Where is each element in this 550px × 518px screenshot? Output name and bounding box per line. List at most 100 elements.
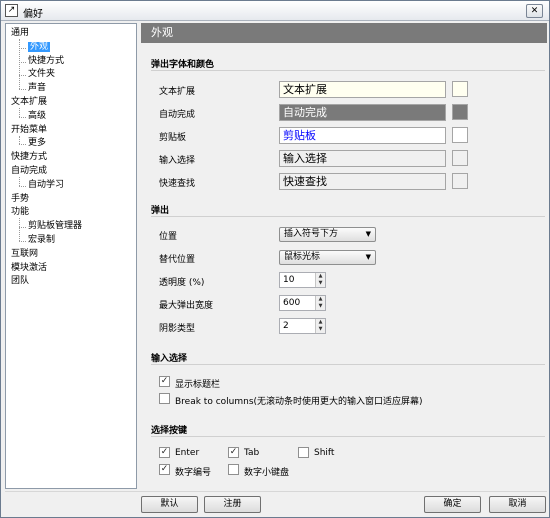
font-preview-field[interactable]: 剪贴板: [279, 127, 446, 144]
font-preview-field[interactable]: 快速查找: [279, 173, 446, 190]
transparency-value: 10: [283, 275, 295, 285]
tree-connector: [19, 135, 20, 145]
break-columns-checkbox[interactable]: [159, 393, 170, 404]
tree-item-label: 互联网: [11, 248, 39, 259]
show-title-label: 显示标题栏: [175, 380, 221, 390]
color-swatch-button[interactable]: [452, 81, 468, 97]
shadow-value: 2: [283, 321, 289, 331]
tree-item[interactable]: 文件夹: [28, 68, 55, 81]
tree-connector: [19, 108, 20, 117]
font-row-label: 剪贴板: [159, 133, 187, 143]
tree-item-label: 文件夹: [28, 69, 56, 80]
position-dropdown[interactable]: 插入符号下方 ▼: [279, 227, 376, 242]
window-title: 偏好: [23, 9, 43, 20]
tree-item-label: 宏录制: [28, 235, 56, 245]
color-swatch-button[interactable]: [452, 173, 468, 189]
spin-down-icon[interactable]: ▼: [316, 303, 325, 310]
cancel-button[interactable]: 取消: [489, 496, 546, 513]
spin-up-icon[interactable]: ▲: [316, 296, 325, 303]
tree-item[interactable]: 高级: [28, 110, 46, 123]
app-icon: ↗: [5, 4, 18, 17]
spin-up-icon[interactable]: ▲: [316, 273, 325, 280]
color-swatch-button[interactable]: [452, 127, 468, 143]
transparency-spinner[interactable]: 10 ▲ ▼: [279, 272, 326, 288]
shadow-spinner[interactable]: 2 ▲ ▼: [279, 318, 326, 334]
numpad-label: 数字小键盘: [244, 468, 290, 478]
tree-item[interactable]: 文本扩展: [11, 96, 47, 109]
tree-item[interactable]: 自动完成: [11, 165, 47, 178]
tree-item[interactable]: 互联网: [11, 248, 38, 261]
font-preview-field[interactable]: 输入选择: [279, 150, 446, 167]
spin-up-icon[interactable]: ▲: [316, 319, 325, 326]
tree-item-label: 外观: [28, 41, 51, 52]
number-label: 数字编号: [175, 468, 212, 478]
number-checkbox[interactable]: ✓: [159, 464, 170, 475]
tree-item[interactable]: 快捷方式: [28, 55, 64, 68]
tree-connector: [19, 218, 20, 241]
tree-item-label: 通用: [11, 28, 30, 38]
tree-item[interactable]: 通用: [11, 27, 29, 40]
close-button[interactable]: ✕: [526, 4, 543, 18]
divider: [151, 364, 545, 365]
tree-item[interactable]: 自动学习: [28, 179, 64, 192]
footer-divider: [5, 491, 547, 492]
enter-checkbox[interactable]: ✓: [159, 447, 170, 458]
tree-connector: [19, 75, 26, 77]
spin-down-icon[interactable]: ▼: [316, 326, 325, 333]
font-row-label: 快速查找: [159, 179, 196, 189]
tree-item[interactable]: 模块激活: [11, 262, 47, 275]
section-title-input: 输入选择: [151, 354, 188, 364]
tree-item[interactable]: 外观: [28, 41, 51, 54]
shift-checkbox[interactable]: [298, 447, 309, 458]
tree-connector: [19, 61, 26, 63]
section-title-popup: 弹出: [151, 206, 170, 216]
break-columns-label: Break to columns(无滚动条时使用更大的输入窗口适应屏幕): [175, 397, 423, 407]
tree-item[interactable]: 声音: [28, 82, 46, 95]
ok-button[interactable]: 确定: [424, 496, 481, 513]
position-value: 插入符号下方: [284, 229, 339, 239]
color-swatch-button[interactable]: [452, 104, 468, 120]
font-preview-field[interactable]: 自动完成: [279, 104, 446, 121]
default-button[interactable]: 默认: [141, 496, 198, 513]
category-tree[interactable]: 通用 外观 快捷方式 文件夹 声音 文本扩展 高级 开始菜单 更多 快捷方式 自动完成 自动学习 手势功…: [5, 23, 137, 489]
alt-position-dropdown[interactable]: 鼠标光标 ▼: [279, 250, 376, 265]
font-preview-field[interactable]: 文本扩展: [279, 81, 446, 98]
chevron-down-icon: ▼: [365, 230, 371, 238]
tree-item[interactable]: 剪贴板管理器: [28, 220, 82, 233]
tree-item-label: 自动学习: [28, 179, 65, 190]
register-button[interactable]: 注册: [204, 496, 261, 513]
spin-down-icon[interactable]: ▼: [316, 280, 325, 287]
tree-item[interactable]: 宏录制: [28, 234, 55, 247]
tree-item[interactable]: 手势: [11, 193, 29, 206]
tree-item[interactable]: 功能: [11, 206, 29, 219]
max-width-spinner[interactable]: 600 ▲ ▼: [279, 295, 326, 311]
alt-position-value: 鼠标光标: [284, 252, 321, 262]
tree-item[interactable]: 开始菜单: [11, 124, 47, 137]
show-title-checkbox[interactable]: ✓: [159, 376, 170, 387]
section-title-keys: 选择按键: [151, 426, 188, 436]
tree-connector: [19, 241, 26, 242]
divider: [151, 216, 545, 217]
tree-item-label: 自动完成: [11, 166, 48, 176]
divider: [151, 70, 545, 71]
color-swatch-button[interactable]: [452, 150, 468, 166]
font-row-label: 文本扩展: [159, 87, 196, 97]
chevron-down-icon: ▼: [365, 253, 371, 261]
max-width-label: 最大弹出宽度: [159, 301, 214, 311]
shift-label: Shift: [314, 448, 335, 458]
tree-item[interactable]: 团队: [11, 275, 29, 288]
divider: [151, 436, 545, 437]
tree-connector: [19, 177, 20, 186]
tree-item-label: 声音: [28, 83, 47, 94]
tree-item-label: 手势: [11, 193, 30, 204]
tree-item-label: 文本扩展: [11, 97, 48, 107]
preferences-window: ↗ 偏好 ✕ 通用 外观 快捷方式 文件夹 声音 文本扩展 高级 开始菜单 更多 快捷方式 自动完成…: [0, 0, 550, 518]
tree-connector: [19, 89, 26, 91]
tree-item-label: 团队: [11, 276, 30, 287]
tree-item[interactable]: 快捷方式: [11, 151, 47, 164]
tab-checkbox[interactable]: ✓: [228, 447, 239, 458]
tree-item-label: 高级: [28, 110, 47, 121]
tree-connector: [19, 227, 26, 229]
tree-item[interactable]: 更多: [28, 137, 46, 150]
numpad-checkbox[interactable]: [228, 464, 239, 475]
